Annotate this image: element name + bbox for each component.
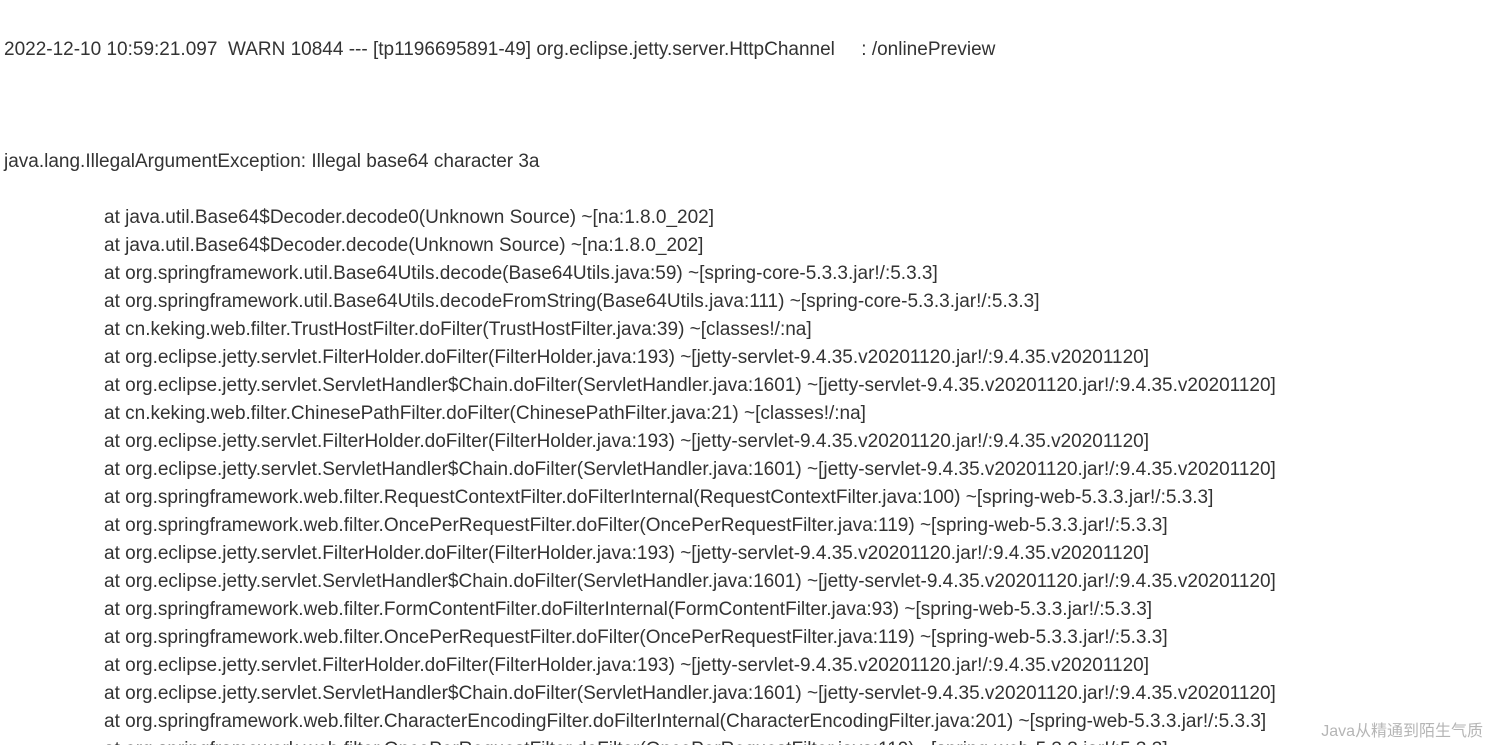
stack-frame: at java.util.Base64$Decoder.decode(Unkno… (4, 232, 1491, 260)
stack-frame: at org.springframework.util.Base64Utils.… (4, 288, 1491, 316)
stack-frame: at org.springframework.web.filter.Charac… (4, 708, 1491, 736)
stack-trace: at java.util.Base64$Decoder.decode0(Unkn… (4, 204, 1491, 745)
stack-frame: at org.eclipse.jetty.servlet.ServletHand… (4, 456, 1491, 484)
log-content: 2022-12-10 10:59:21.097 WARN 10844 --- [… (0, 0, 1491, 745)
stack-frame: at org.springframework.web.filter.Reques… (4, 484, 1491, 512)
stack-frame: at org.springframework.web.filter.OncePe… (4, 624, 1491, 652)
stack-frame: at org.eclipse.jetty.servlet.FilterHolde… (4, 652, 1491, 680)
stack-frame: at org.eclipse.jetty.servlet.FilterHolde… (4, 428, 1491, 456)
blank-line (4, 92, 1491, 120)
stack-frame: at org.springframework.web.filter.OncePe… (4, 736, 1491, 745)
stack-frame: at org.eclipse.jetty.servlet.ServletHand… (4, 568, 1491, 596)
stack-frame: at org.springframework.web.filter.FormCo… (4, 596, 1491, 624)
stack-frame: at org.springframework.web.filter.OncePe… (4, 512, 1491, 540)
stack-frame: at cn.keking.web.filter.ChinesePathFilte… (4, 400, 1491, 428)
watermark: Java从精通到陌生气质 (1321, 717, 1483, 741)
stack-frame: at org.springframework.util.Base64Utils.… (4, 260, 1491, 288)
exception-line: java.lang.IllegalArgumentException: Ille… (4, 148, 1491, 176)
stack-frame: at org.eclipse.jetty.servlet.FilterHolde… (4, 540, 1491, 568)
stack-frame: at cn.keking.web.filter.TrustHostFilter.… (4, 316, 1491, 344)
log-header: 2022-12-10 10:59:21.097 WARN 10844 --- [… (4, 36, 1491, 64)
stack-frame: at org.eclipse.jetty.servlet.FilterHolde… (4, 344, 1491, 372)
stack-frame: at org.eclipse.jetty.servlet.ServletHand… (4, 372, 1491, 400)
stack-frame: at java.util.Base64$Decoder.decode0(Unkn… (4, 204, 1491, 232)
stack-frame: at org.eclipse.jetty.servlet.ServletHand… (4, 680, 1491, 708)
